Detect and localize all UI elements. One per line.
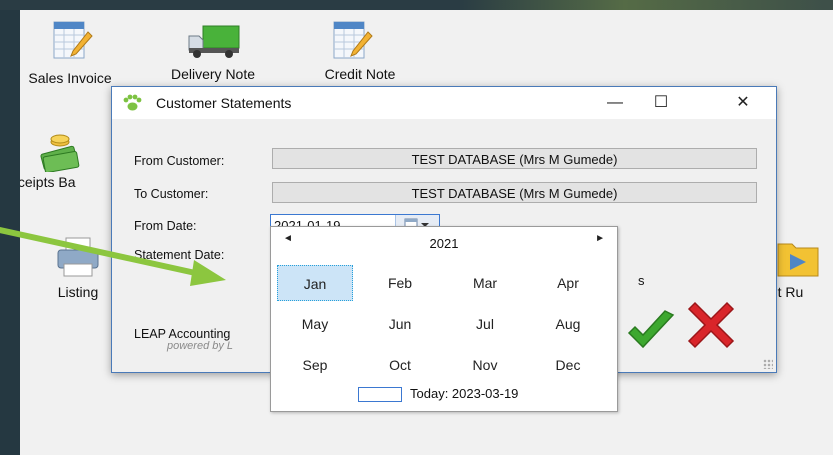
annotation-arrow-icon (0, 227, 226, 286)
resize-grip[interactable] (763, 359, 773, 369)
sales-invoice-icon (53, 21, 93, 59)
today-link[interactable]: Today: 2023-03-19 (410, 386, 518, 401)
folder-icon (777, 243, 819, 277)
truck-icon (188, 25, 240, 58)
leap-accounting-label: LEAP Accounting (134, 327, 231, 341)
close-button[interactable]: ✕ (720, 87, 766, 119)
month-mar[interactable]: Mar (447, 265, 523, 301)
month-nov[interactable]: Nov (447, 347, 523, 383)
month-jun[interactable]: Jun (362, 306, 438, 342)
month-oct[interactable]: Oct (362, 347, 438, 383)
money-icon (40, 134, 80, 172)
credit-note-label: Credit Note (324, 66, 396, 82)
to-customer-field[interactable]: TEST DATABASE (Mrs M Gumede) (272, 182, 757, 203)
month-apr[interactable]: Apr (530, 265, 606, 301)
maximize-button[interactable]: ☐ (638, 87, 684, 119)
cancel-x-icon[interactable] (687, 301, 735, 349)
month-jan[interactable]: Jan (277, 265, 353, 301)
dialog-title: Customer Statements (156, 95, 292, 111)
minimize-button[interactable]: — (592, 87, 638, 119)
calendar-year[interactable]: 2021 (271, 236, 617, 251)
delivery-note-tile[interactable]: Delivery Note (158, 22, 268, 82)
month-calendar-popup: ◄ 2021 ► Jan Feb Mar Apr May Jun Jul Aug… (270, 226, 618, 412)
next-year-button[interactable]: ► (595, 233, 605, 244)
ok-check-icon[interactable] (625, 309, 677, 353)
sales-invoice-label: Sales Invoice (28, 70, 112, 86)
dialog-titlebar: Customer Statements — ☐ ✕ (112, 87, 776, 119)
month-sep[interactable]: Sep (277, 347, 353, 383)
credit-note-tile[interactable]: Credit Note (305, 18, 415, 82)
to-customer-label: To Customer: (134, 187, 209, 201)
delivery-note-label: Delivery Note (170, 66, 256, 82)
from-customer-label: From Customer: (134, 154, 225, 168)
month-jul[interactable]: Jul (447, 306, 523, 342)
month-feb[interactable]: Feb (362, 265, 438, 301)
powered-by-label: powered by L (167, 340, 234, 352)
receipts-tile[interactable]: Receipts Ba (20, 132, 110, 190)
partial-label-text: s (638, 273, 645, 288)
paw-icon (123, 94, 142, 111)
today-indicator (358, 387, 402, 402)
month-dec[interactable]: Dec (530, 347, 606, 383)
month-may[interactable]: May (277, 306, 353, 342)
receipts-label: Receipts Ba (20, 174, 76, 190)
sales-invoice-tile[interactable]: Sales Invoice (20, 18, 130, 86)
top-background-band (0, 0, 833, 10)
credit-note-icon (333, 21, 373, 59)
month-aug[interactable]: Aug (530, 306, 606, 342)
from-customer-field[interactable]: TEST DATABASE (Mrs M Gumede) (272, 148, 757, 169)
